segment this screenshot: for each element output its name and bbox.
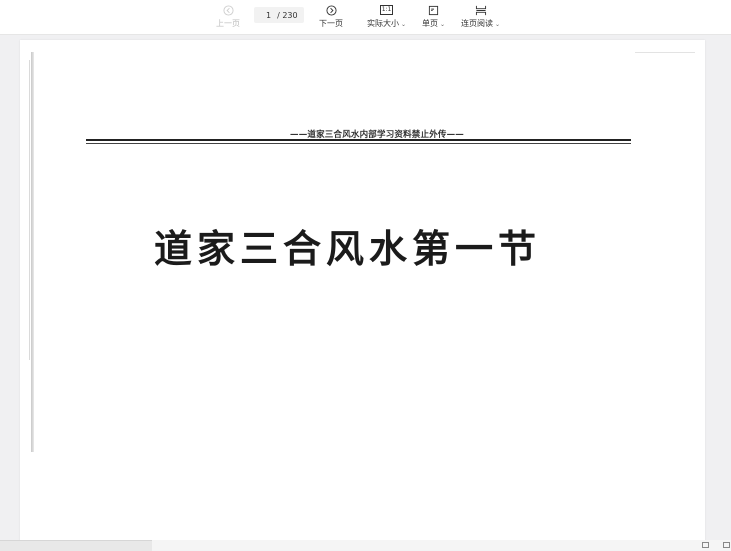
actual-size-icon: 1:1 xyxy=(379,3,394,17)
toolbar: 上一页 1 / 230 下一页 1:1 实际大小 ⌄ 单页 ⌄ 连页阅读 ⌄ xyxy=(0,0,731,35)
single-page-label: 单页 xyxy=(422,19,438,28)
document-title: 道家三合风水第一节 xyxy=(154,226,542,271)
chevron-right-circle-icon xyxy=(325,3,337,17)
prev-page-label: 上一页 xyxy=(216,19,240,28)
document-page: ——道家三合风水内部学习资料禁止外传—— 道家三合风水第一节 xyxy=(20,40,705,542)
actual-size-label: 实际大小 xyxy=(367,19,399,28)
continuous-reading-button[interactable]: 连页阅读 ⌄ xyxy=(461,3,500,29)
page-indicator[interactable]: 1 / 230 xyxy=(254,7,304,23)
chevron-down-icon: ⌄ xyxy=(401,21,407,28)
document-viewer[interactable]: ——道家三合风水内部学习资料禁止外传—— 道家三合风水第一节 xyxy=(0,35,731,542)
continuous-reading-icon xyxy=(475,3,487,17)
scan-edge-shadow xyxy=(31,52,34,452)
continuous-reading-label: 连页阅读 xyxy=(461,19,493,28)
single-page-button[interactable]: 单页 ⌄ xyxy=(422,3,445,29)
page-total: / 230 xyxy=(277,10,298,20)
prev-page-button[interactable]: 上一页 xyxy=(216,3,240,29)
panel-icon[interactable] xyxy=(702,542,709,548)
actual-size-icon-text: 1:1 xyxy=(379,5,394,15)
chevron-left-circle-icon xyxy=(222,3,234,17)
chevron-down-icon: ⌄ xyxy=(495,21,501,28)
scan-top-line xyxy=(635,52,695,53)
bottom-bar xyxy=(0,540,731,551)
page-current-input[interactable]: 1 xyxy=(266,11,271,20)
actual-size-button[interactable]: 1:1 实际大小 ⌄ xyxy=(367,3,406,29)
next-page-label: 下一页 xyxy=(319,19,343,28)
scan-edge-line xyxy=(29,60,30,360)
expand-icon[interactable] xyxy=(723,542,730,548)
horizontal-scrollbar[interactable] xyxy=(0,540,152,551)
header-rule-thin xyxy=(86,143,631,144)
next-page-button[interactable]: 下一页 xyxy=(319,3,343,29)
single-page-icon xyxy=(428,3,439,17)
chevron-down-icon: ⌄ xyxy=(440,21,446,28)
header-rule-thick xyxy=(86,139,631,141)
